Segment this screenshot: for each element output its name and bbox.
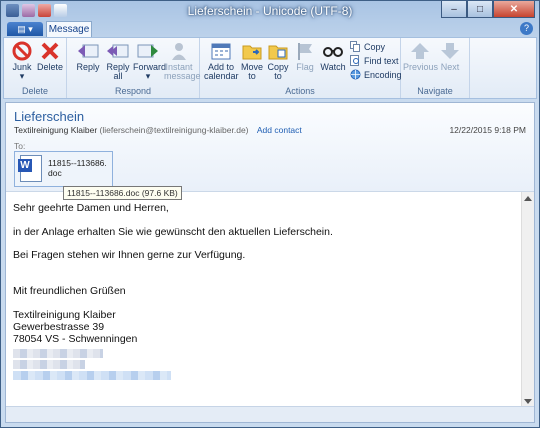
move-folder-icon: [241, 41, 263, 61]
next-label: Next: [440, 62, 460, 72]
forward-button[interactable]: Forward ▾: [133, 41, 166, 81]
message-pane: Lieferschein Textilreinigung Klaiber (li…: [5, 102, 535, 423]
copy-folder-icon: [267, 41, 289, 61]
to-label: To:: [14, 141, 26, 151]
delete-label: Delete: [36, 62, 63, 72]
group-actions: Add to calendar Move to Copy to Flag Wat…: [200, 38, 402, 98]
reply-all-label: Reply all: [106, 62, 130, 81]
message-date: 12/22/2015 9:18 PM: [449, 125, 526, 135]
reply-all-button[interactable]: Reply all: [103, 41, 133, 81]
previous-label: Previous: [403, 62, 439, 72]
body-line: Gewerbestrasse 39: [13, 321, 105, 333]
ribbon: Junk ▾ Delete Delete Reply Reply all Forw…: [3, 37, 537, 99]
help-icon[interactable]: ?: [520, 22, 533, 35]
attachment[interactable]: W 11815--113686. doc: [14, 151, 113, 187]
copy-to-label: Copy to: [267, 62, 289, 81]
sender-name: Textilreinigung Klaiber: [14, 125, 98, 135]
copy-button[interactable]: Copy: [350, 41, 385, 52]
instant-message-label: Instant message: [164, 62, 201, 81]
sender-address: (lieferschein@textilreinigung-klaiber.de…: [99, 125, 249, 135]
flag-label: Flag: [296, 62, 314, 72]
group-navigate: Previous Next Navigate: [401, 38, 470, 98]
arrow-down-icon: [439, 41, 461, 61]
copy-label: Copy: [364, 41, 386, 52]
mail-window: Lieferschein - Unicode (UTF-8) – □ ✕ ▤ ▾…: [0, 0, 540, 428]
move-to-label: Move to: [240, 62, 263, 81]
attachment-name-line1: 11815--113686.: [48, 158, 107, 168]
find-text-label: Find text: [364, 55, 399, 66]
body-line: Bei Fragen stehen wir Ihnen gerne zur Ve…: [13, 249, 246, 261]
junk-button[interactable]: Junk ▾: [7, 41, 37, 81]
group-label-navigate: Navigate: [417, 86, 453, 96]
encoding-icon: [350, 69, 361, 80]
body-line: Mit freundlichen Grüßen: [13, 285, 126, 297]
maximize-button[interactable]: □: [467, 1, 493, 18]
reply-label: Reply: [76, 62, 100, 72]
minimize-button[interactable]: –: [441, 1, 467, 18]
calendar-icon: [210, 41, 232, 61]
previous-button[interactable]: Previous: [403, 41, 439, 72]
reply-button[interactable]: Reply: [73, 41, 103, 72]
instant-message-icon: [168, 41, 190, 61]
reply-all-icon: [107, 41, 129, 61]
watch-button[interactable]: Watch: [318, 41, 348, 72]
glasses-icon: [322, 41, 344, 61]
redacted-text: [13, 349, 103, 358]
copy-icon: [350, 41, 361, 52]
vertical-scrollbar[interactable]: [521, 192, 534, 408]
body-line: Textilreinigung Klaiber: [13, 309, 116, 321]
from-line: Textilreinigung Klaiber (lieferschein@te…: [14, 125, 302, 135]
watch-label: Watch: [320, 62, 346, 72]
attachment-name: 11815--113686. doc: [48, 158, 107, 178]
next-button[interactable]: Next: [435, 41, 465, 72]
attachment-tooltip: 11815--113686.doc (97.6 KB): [63, 186, 182, 200]
add-to-calendar-button[interactable]: Add to calendar: [204, 41, 239, 81]
close-button[interactable]: ✕: [493, 1, 535, 18]
add-contact-link[interactable]: Add contact: [257, 125, 302, 135]
reply-icon: [77, 41, 99, 61]
encoding-label: Encoding: [364, 69, 402, 80]
find-icon: [350, 55, 361, 66]
tab-message[interactable]: Message: [46, 21, 92, 37]
flag-icon: [294, 41, 316, 61]
delete-x-icon: [39, 41, 61, 61]
message-header: Lieferschein Textilreinigung Klaiber (li…: [6, 103, 534, 192]
scroll-up-icon[interactable]: [524, 196, 532, 201]
word-document-icon: W: [18, 155, 42, 182]
group-label-delete: Delete: [21, 86, 48, 96]
attachment-name-line2: doc: [48, 168, 62, 178]
delete-button[interactable]: Delete: [35, 41, 65, 72]
ribbon-tab-row: ▤ ▾ Message ?: [3, 21, 537, 37]
title-bar: Lieferschein - Unicode (UTF-8) – □ ✕: [1, 1, 539, 21]
body-line: Sehr geehrte Damen und Herren,: [13, 202, 169, 214]
group-respond: Reply Reply all Forward ▾ Instant message…: [67, 38, 201, 98]
encoding-button[interactable]: Encoding: [350, 69, 402, 80]
find-text-button[interactable]: Find text: [350, 55, 399, 66]
body-line: in der Anlage erhalten Sie wie gewünscht…: [13, 226, 333, 238]
group-delete: Junk ▾ Delete Delete: [4, 38, 67, 98]
group-label-actions: Actions: [285, 86, 315, 96]
body-line: 78054 VS - Schwenningen: [13, 333, 138, 345]
instant-message-button[interactable]: Instant message: [164, 41, 201, 81]
redacted-text: [13, 360, 85, 369]
message-body: Sehr geehrte Damen und Herren, in der An…: [6, 192, 522, 408]
subject: Lieferschein: [14, 109, 85, 124]
scroll-down-icon[interactable]: [524, 399, 532, 404]
status-bar: [6, 406, 534, 422]
app-menu-button[interactable]: ▤ ▾: [7, 22, 43, 36]
junk-icon: [11, 41, 33, 61]
forward-icon: [137, 41, 159, 61]
add-to-calendar-label: Add to calendar: [204, 62, 239, 81]
redacted-text: [13, 371, 171, 380]
arrow-up-icon: [409, 41, 431, 61]
group-label-respond: Respond: [114, 86, 152, 96]
flag-button[interactable]: Flag: [290, 41, 320, 72]
copy-to-button[interactable]: Copy to: [263, 41, 293, 81]
